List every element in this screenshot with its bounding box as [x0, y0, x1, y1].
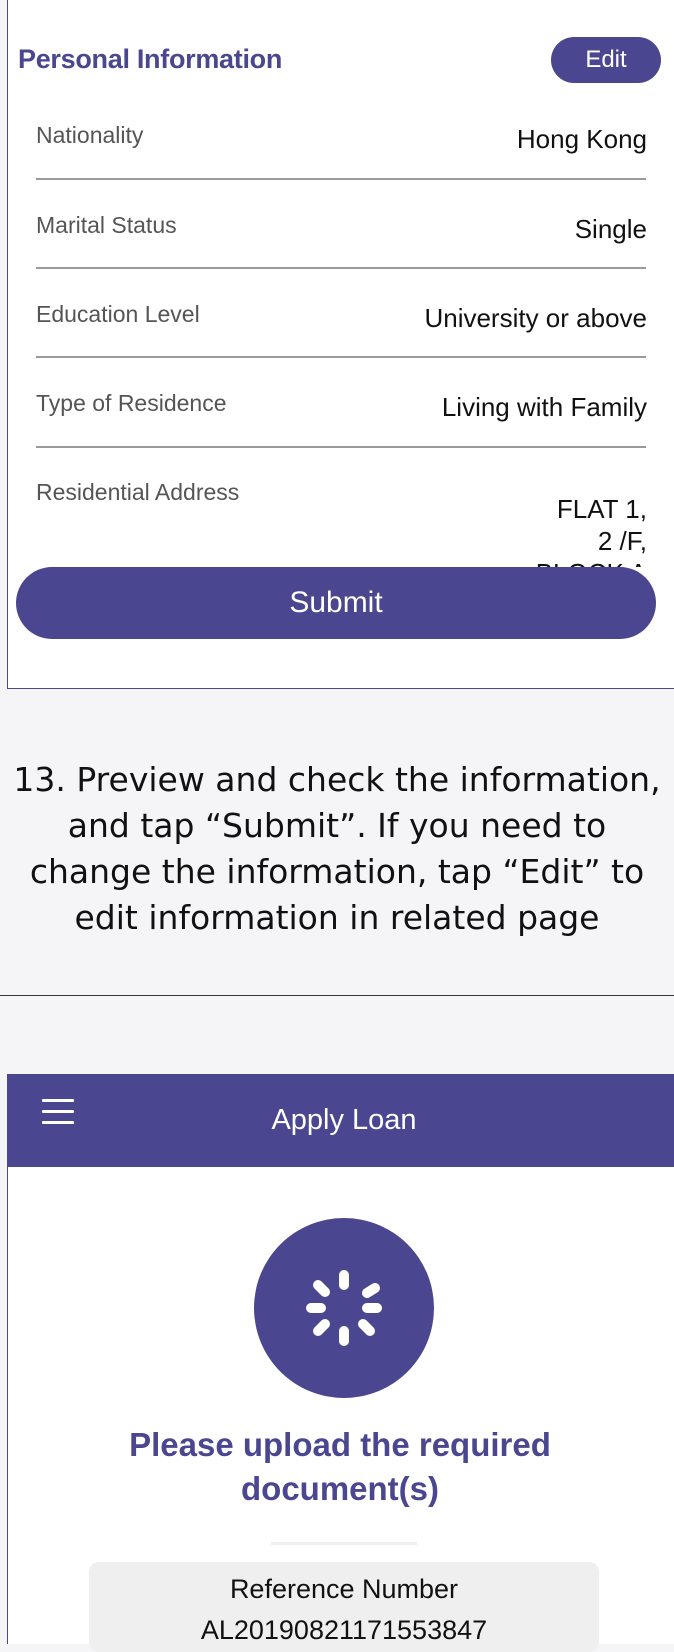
residence-type-value: Living with Family — [441, 392, 647, 422]
address-text: FLAT 1, 2 /F, BLOCK A — [536, 494, 647, 567]
residential-address-value: FLAT 1, 2 /F, BLOCK A — [427, 493, 647, 567]
education-level-label: Education Level — [36, 301, 200, 327]
row-divider — [36, 446, 646, 448]
section-separator — [0, 995, 674, 996]
residential-address-label: Residential Address — [36, 479, 240, 505]
app-bar: Apply Loan — [7, 1074, 674, 1167]
row-divider — [36, 267, 646, 269]
marital-status-label: Marital Status — [36, 212, 177, 238]
submit-button[interactable]: Submit — [16, 567, 656, 639]
reference-number: AL20190821171553847 — [200, 1615, 488, 1645]
loading-spinner-icon — [254, 1218, 434, 1398]
nationality-label: Nationality — [36, 122, 144, 148]
upload-documents-message: Please upload the required document(s) — [129, 1426, 551, 1507]
divider — [271, 1542, 417, 1545]
education-level-value: University or above — [424, 303, 647, 333]
instruction-text: 13. Preview and check the information, a… — [13, 760, 661, 937]
marital-status-value: Single — [574, 214, 647, 244]
residence-type-label: Type of Residence — [36, 390, 227, 416]
nationality-value: Hong Kong — [516, 124, 647, 154]
reference-label: Reference Number — [229, 1574, 459, 1604]
edit-button[interactable]: Edit — [551, 37, 661, 83]
row-divider — [36, 356, 646, 358]
row-divider — [36, 178, 646, 180]
page-title: Apply Loan — [271, 1104, 417, 1136]
spinner-dots — [306, 1270, 382, 1346]
section-title: Personal Information — [18, 44, 283, 74]
